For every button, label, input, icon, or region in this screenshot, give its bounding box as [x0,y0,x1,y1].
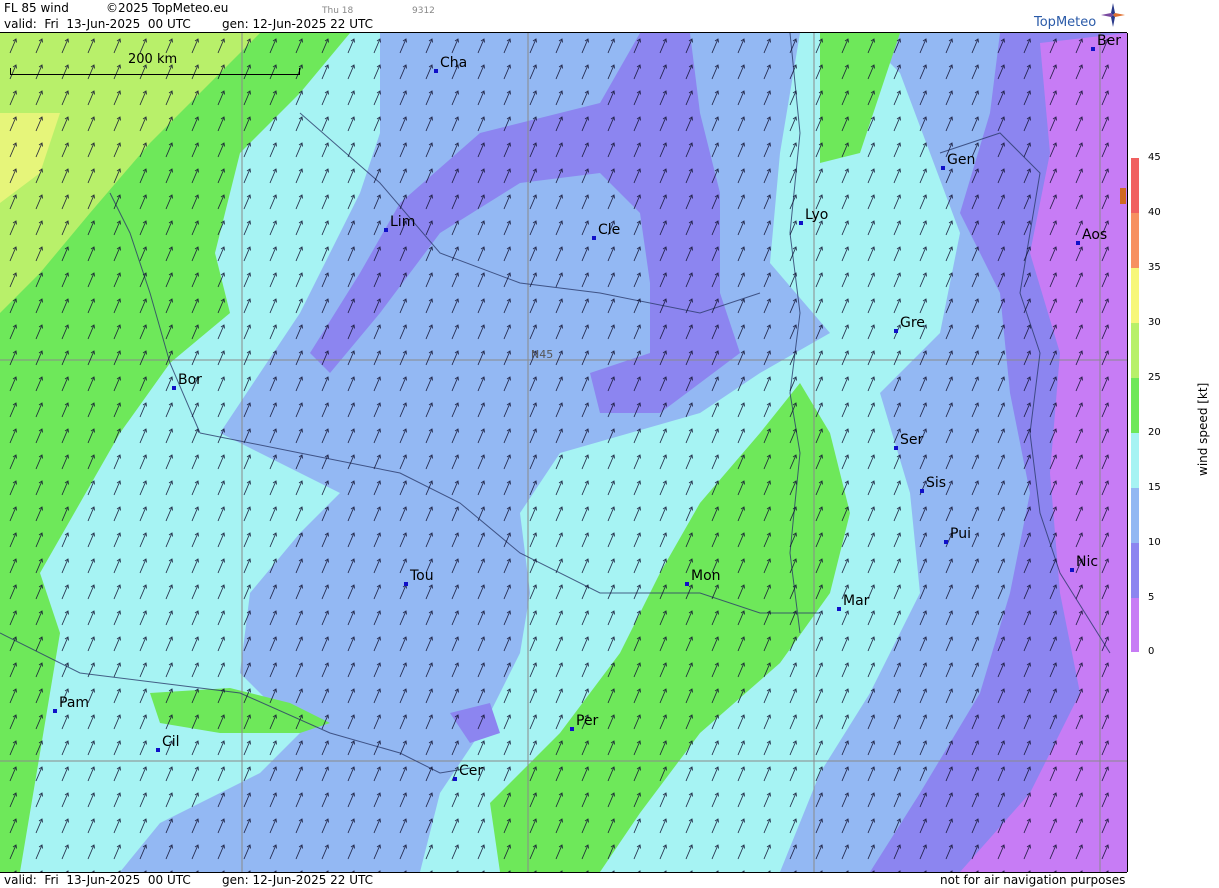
legend-tick: 20 [1148,427,1161,438]
legend-tick: 5 [1148,592,1155,603]
city-label: Ser [900,432,924,448]
legend-tick: 25 [1148,372,1161,383]
city-label: Lyo [805,207,829,223]
legend-tick: 0 [1148,646,1155,657]
city-label: Gen [947,152,976,168]
disclaimer-text: not for air navigation purposes [940,873,1126,887]
legend-swatch-5-10 [1131,543,1139,598]
code-text: 9312 [412,6,435,16]
city-label: Sis [926,475,947,491]
copyright-text: ©2025 TopMeteo.eu [106,1,229,15]
legend-tick: 40 [1148,207,1161,218]
city-label: Lim [390,214,416,230]
chart-title: FL 85 wind [4,1,69,15]
legend-tick: 15 [1148,482,1161,493]
city-label: Nic [1076,554,1099,570]
legend-swatch-25-30 [1131,323,1139,378]
legend-swatch-35-40 [1131,213,1139,268]
city-label: Aos [1082,227,1108,243]
city-label: Gre [900,315,925,331]
legend-swatch-10-15 [1131,488,1139,543]
city-label: Pui [950,526,971,542]
legend-swatch-20-25 [1131,378,1139,433]
brand-logo-text: TopMeteo [1034,15,1097,30]
legend-swatch-40-45 [1131,158,1139,213]
footer-generated-time: gen: 12-Jun-2025 22 UTC [222,873,374,887]
legend-swatch-15-20 [1131,433,1139,488]
legend-tick: 45 [1148,152,1161,163]
legend-tick: 35 [1148,262,1161,273]
city-label: Cer [459,763,484,779]
footer-bar: valid: Fri 13-Jun-2025 00 UTC gen: 12-Ju… [0,872,1127,888]
legend-swatch-0-5 [1131,598,1139,652]
legend-marker [1120,188,1126,204]
legend-tick: 30 [1148,317,1161,328]
valid-time: valid: Fri 13-Jun-2025 00 UTC [4,17,191,31]
header-bar: FL 85 wind ©2025 TopMeteo.eu Thu 18 9312… [0,0,1127,33]
city-label: Cle [598,222,621,238]
city-label: Cil [162,734,180,750]
latitude-label: N45 [531,348,554,361]
legend-swatch-30-35 [1131,268,1139,323]
city-label: Cha [440,55,468,71]
city-label: Ber [1097,33,1121,49]
city-label: Mar [843,593,870,609]
legend-unit-label: wind speed [kt] [1196,382,1210,476]
city-label: Tou [410,568,434,584]
city-label: Mon [691,568,721,584]
scale-bar [10,68,300,75]
wind-map[interactable]: 200 km N45 Cha Lim Cle Lyo Gen Ber Aos G… [0,33,1128,872]
city-label: Bor [178,372,202,388]
generated-time: gen: 12-Jun-2025 22 UTC [222,17,374,31]
footer-valid-time: valid: Fri 13-Jun-2025 00 UTC [4,873,191,887]
city-label: Pam [59,695,90,711]
scale-label: 200 km [128,52,178,67]
day-marker: Thu 18 [322,6,354,16]
wind-speed-legend [1131,158,1139,652]
city-label: Per [576,713,599,729]
compass-logo-icon [1101,3,1125,27]
legend-tick: 10 [1148,537,1161,548]
